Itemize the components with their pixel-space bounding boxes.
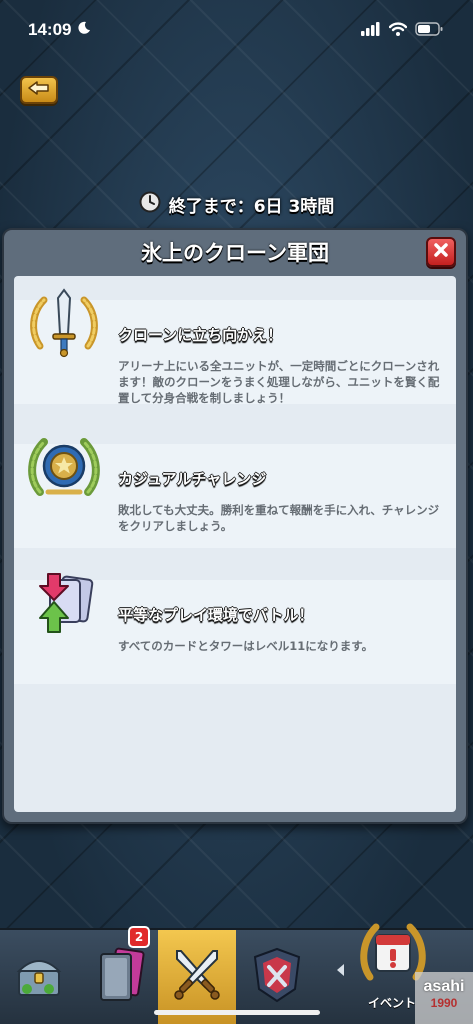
modal-body: クローンに立ち向かえ！ アリーナ上にいる全ユニットが、一定時間ごとにクローンされ…: [14, 276, 456, 812]
treasure-chest-icon: [9, 945, 69, 1009]
close-button[interactable]: [426, 237, 456, 267]
cards-icon: [89, 944, 149, 1010]
status-time: 14:09: [28, 20, 72, 39]
feature-description: すべてのカードとタワーはレベル11になります。: [118, 639, 374, 653]
feature-item-casual: カジュアルチャレンジ 敗北しても大丈夫。勝利を重ねて報酬を手に入れ、チャレンジを…: [14, 430, 456, 548]
home-indicator[interactable]: [154, 1010, 320, 1015]
tab-events-label: イベント: [368, 996, 417, 1010]
status-bar: 14:09: [0, 0, 473, 60]
feature-description: アリーナ上にいる全ユニットが、一定時間ごとにクローンされます！敵のクローンをうま…: [118, 359, 440, 405]
event-timer: 終了まで：6日 3時間: [0, 188, 473, 220]
crossed-swords-icon: [165, 943, 229, 1011]
feature-item-clone: クローンに立ち向かえ！ アリーナ上にいる全ユニットが、一定時間ごとにクローンされ…: [14, 286, 456, 405]
timer-text: 終了まで：6日 3時間: [168, 196, 335, 217]
back-arrow-icon: [27, 80, 51, 100]
feature-title: クローンに立ち向かえ！: [118, 326, 283, 344]
tab-shop[interactable]: [0, 930, 78, 1024]
clan-shield-icon: [249, 945, 305, 1009]
clock-icon: [139, 191, 161, 218]
card-arrows-icon: [26, 566, 102, 642]
sword-laurel-icon: [26, 286, 102, 362]
watermark-line1: asahi: [423, 978, 465, 995]
watermark: asahi 1990: [415, 972, 473, 1024]
modal-title: 氷上のクローン軍団: [141, 241, 329, 265]
battery-icon: [415, 21, 443, 40]
feature-item-level: 平等なプレイ環境でバトル！ すべてのカードとタワーはレベル11になります。: [14, 566, 456, 684]
event-info-modal: 氷上のクローン軍団 クローンに立ち向かえ！ アリーナ上にいる全ユニットが、一定時…: [2, 228, 468, 824]
cards-badge: 2: [128, 926, 150, 948]
status-right: [361, 21, 443, 40]
close-icon: [433, 242, 449, 262]
chevron-left-icon[interactable]: [334, 962, 346, 982]
watermark-line2: 1990: [430, 996, 458, 1010]
moon-icon: [77, 20, 91, 40]
feature-title: カジュアルチャレンジ: [118, 470, 267, 488]
casual-laurel-icon: [26, 430, 102, 506]
wifi-icon: [388, 21, 408, 40]
status-left: 14:09: [28, 20, 91, 40]
tab-cards[interactable]: 2: [80, 926, 158, 1024]
feature-title: 平等なプレイ環境でバトル！: [118, 606, 314, 624]
feature-description: 敗北しても大丈夫。勝利を重ねて報酬を手に入れ、チャレンジをクリアしましょう。: [118, 503, 440, 533]
signal-icon: [361, 21, 381, 40]
back-button[interactable]: [20, 76, 58, 104]
